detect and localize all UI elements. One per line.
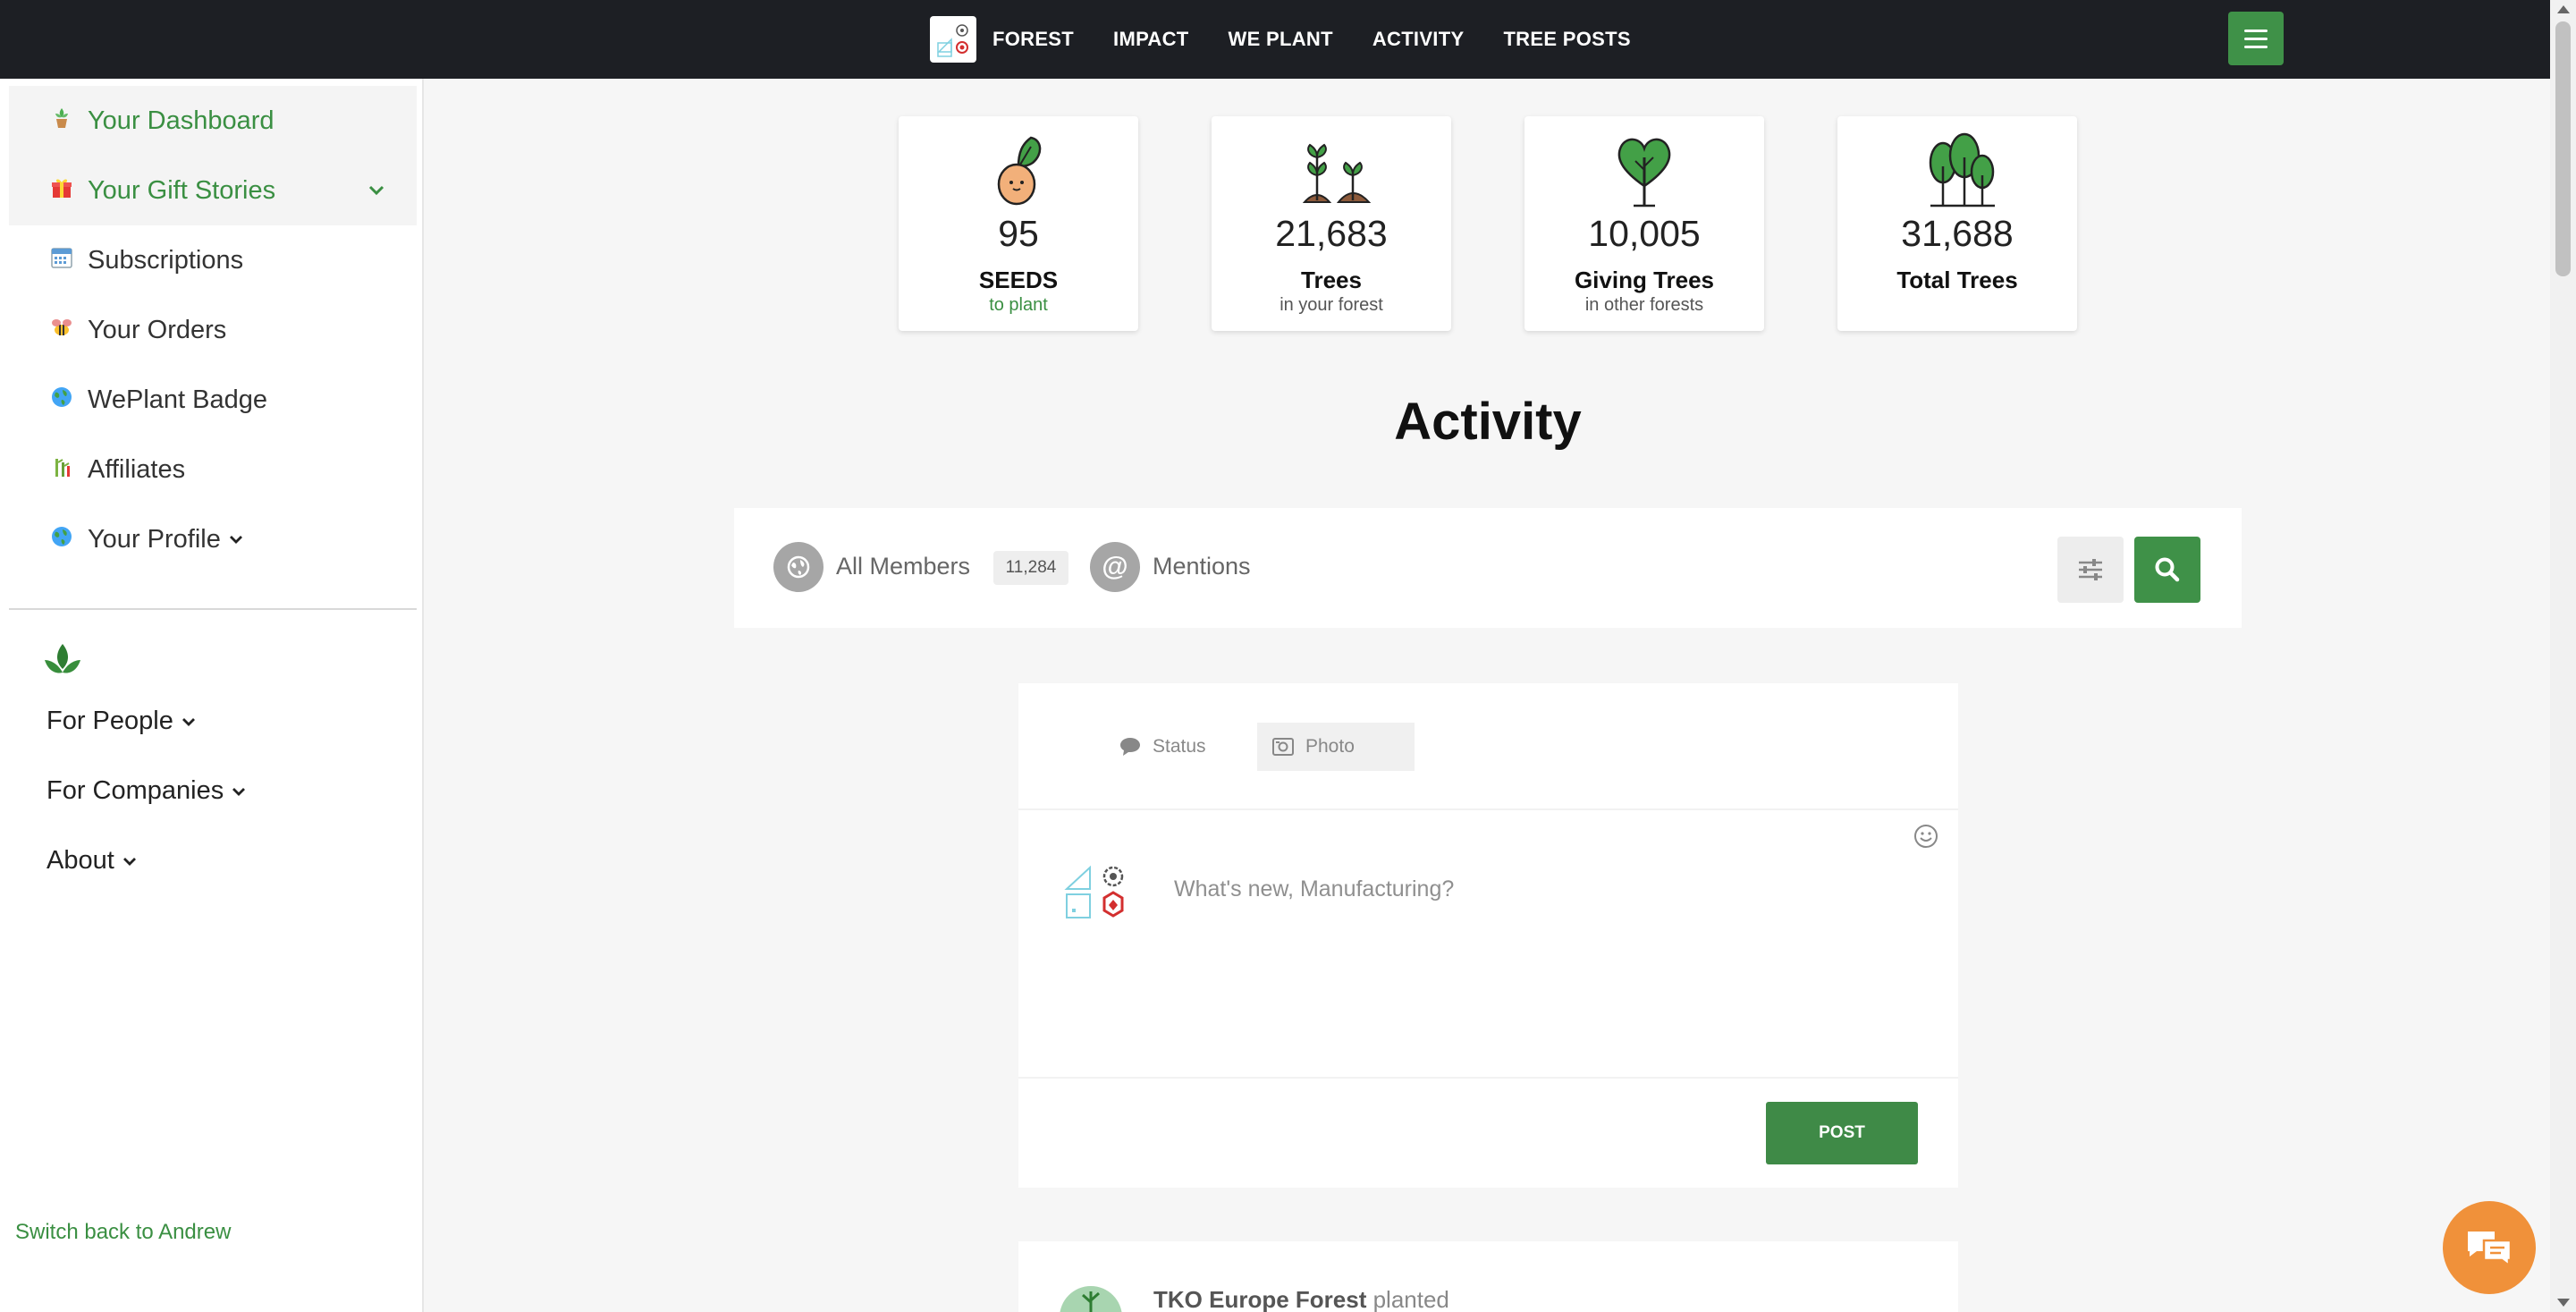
hamburger-icon	[2244, 29, 2268, 32]
tab-status[interactable]: Status	[1104, 723, 1220, 771]
sidebar-divider	[9, 608, 417, 610]
sidebar-item-label: Your Gift Stories	[88, 175, 276, 205]
seed-icon	[997, 136, 1042, 206]
stat-label: SEEDS	[978, 267, 1059, 293]
sidebar-item-label: Subscriptions	[88, 245, 244, 275]
stat-sub: in other forests	[1584, 295, 1704, 315]
post-composer: Status Photo What's new, Manufacturing? …	[1018, 683, 1958, 1188]
chat-widget-button[interactable]	[2443, 1201, 2536, 1294]
sidebar-item-label: Your Dashboard	[88, 106, 274, 135]
top-navbar: FOREST IMPACT WE PLANT ACTIVITY TREE POS…	[0, 0, 2550, 79]
feed-item-text: TKO Europe Forest planted	[1153, 1286, 1449, 1312]
stat-label: Trees	[1301, 267, 1362, 293]
stat-number: 10,005	[1588, 213, 1701, 254]
chevron-down-icon	[232, 787, 246, 796]
site-logo[interactable]	[930, 16, 976, 63]
chevron-down-icon[interactable]	[228, 525, 244, 554]
switch-back-link[interactable]: Switch back to Andrew	[15, 1220, 231, 1245]
forest-icon	[1929, 132, 1995, 207]
composer-footer-divider	[1018, 1077, 1958, 1079]
stat-label: Total Trees	[1896, 267, 2018, 293]
camera-icon	[1272, 738, 1294, 756]
activity-feed-item: TKO Europe Forest planted	[1018, 1241, 1958, 1312]
tab-photo[interactable]: Photo	[1257, 723, 1415, 771]
nav-activity[interactable]: ACTIVITY	[1372, 28, 1465, 51]
about-menu[interactable]: About	[46, 846, 138, 876]
stat-card-giving-trees: 10,005 Giving Trees in other forests	[1524, 116, 1764, 331]
sprouts-icon	[1302, 143, 1372, 203]
nav-forest[interactable]: FOREST	[992, 28, 1074, 51]
for-people-menu[interactable]: For People	[46, 707, 197, 736]
stat-sub: in your forest	[1280, 295, 1383, 315]
chevron-down-icon	[122, 857, 136, 866]
stat-number: 31,688	[1901, 213, 2014, 254]
members-count-badge: 11,284	[993, 551, 1068, 585]
all-members-tab[interactable]: All Members	[836, 553, 970, 580]
for-companies-menu[interactable]: For Companies	[46, 776, 247, 806]
search-icon	[2155, 557, 2180, 582]
stat-label: Giving Trees	[1574, 267, 1715, 293]
sidebar: Your Dashboard Your Gift Stories Subscri…	[0, 79, 424, 1312]
chat-icon	[2468, 1232, 2513, 1268]
sidebar-item-weplant-badge[interactable]: WePlant Badge	[9, 365, 417, 435]
stat-number: 21,683	[1275, 213, 1388, 254]
sidebar-item-label: Your Orders	[88, 315, 227, 344]
sidebar-item-label: Your Profile	[88, 524, 221, 554]
hamburger-menu-button[interactable]	[2228, 12, 2284, 65]
plant-pot-icon	[41, 106, 82, 136]
at-sign-icon[interactable]: @	[1090, 542, 1140, 592]
sidebar-item-dashboard[interactable]: Your Dashboard	[9, 86, 417, 156]
chevron-down-icon	[182, 717, 195, 726]
stat-card-trees: 21,683 Trees in your forest	[1212, 116, 1451, 331]
composer-divider	[1018, 808, 1958, 810]
stat-number: 95	[998, 213, 1039, 254]
sidebar-item-label: Affiliates	[88, 454, 186, 484]
tree-icon	[1082, 1291, 1100, 1312]
search-button[interactable]	[2134, 537, 2200, 603]
sidebar-item-gift-stories[interactable]: Your Gift Stories	[9, 156, 417, 225]
speech-bubble-icon	[1120, 738, 1140, 756]
page-scrollbar[interactable]	[2550, 0, 2576, 1312]
emoji-icon[interactable]	[1913, 823, 1939, 854]
scroll-down-arrow[interactable]	[2557, 1299, 2570, 1307]
status-input[interactable]: What's new, Manufacturing?	[1174, 876, 1454, 902]
nav-we-plant[interactable]: WE PLANT	[1229, 28, 1333, 51]
nav-tree-posts[interactable]: TREE POSTS	[1503, 28, 1630, 51]
mentions-tab[interactable]: Mentions	[1153, 553, 1251, 580]
gift-icon	[41, 176, 82, 206]
stat-card-total-trees: 31,688 Total Trees	[1837, 116, 2077, 331]
leaf-logo-icon	[41, 640, 84, 688]
feed-avatar[interactable]	[1060, 1286, 1122, 1312]
sidebar-item-profile[interactable]: Your Profile	[9, 504, 417, 574]
post-button[interactable]: POST	[1766, 1102, 1918, 1164]
scroll-up-arrow[interactable]	[2557, 5, 2570, 13]
scroll-thumb[interactable]	[2555, 21, 2571, 276]
bee-icon	[41, 317, 82, 344]
chevron-down-icon[interactable]	[367, 178, 386, 207]
stat-sub: to plant	[989, 295, 1048, 315]
sidebar-item-affiliates[interactable]: Affiliates	[9, 435, 417, 504]
page-title: Activity	[1394, 393, 1582, 451]
globe-icon[interactable]	[773, 542, 823, 592]
globe-icon	[41, 525, 82, 554]
sidebar-item-orders[interactable]: Your Orders	[9, 295, 417, 365]
heart-tree-icon	[1617, 138, 1671, 207]
nav-impact[interactable]: IMPACT	[1113, 28, 1189, 51]
activity-filter-bar: All Members 11,284 @ Mentions	[734, 508, 2242, 628]
user-avatar[interactable]	[1063, 862, 1135, 929]
stat-card-seeds: 95 SEEDS to plant	[899, 116, 1138, 331]
sidebar-item-subscriptions[interactable]: Subscriptions	[9, 225, 417, 295]
calendar-icon	[41, 246, 82, 275]
sliders-icon	[2079, 559, 2102, 580]
feed-item-name[interactable]: TKO Europe Forest	[1153, 1286, 1366, 1312]
main-nav: FOREST IMPACT WE PLANT ACTIVITY TREE POS…	[992, 0, 1631, 79]
sidebar-item-label: WePlant Badge	[88, 385, 267, 414]
feed-item-action: planted	[1372, 1286, 1449, 1312]
filter-settings-button[interactable]	[2057, 537, 2124, 603]
globe-icon	[41, 385, 82, 415]
bamboo-icon	[41, 455, 82, 485]
